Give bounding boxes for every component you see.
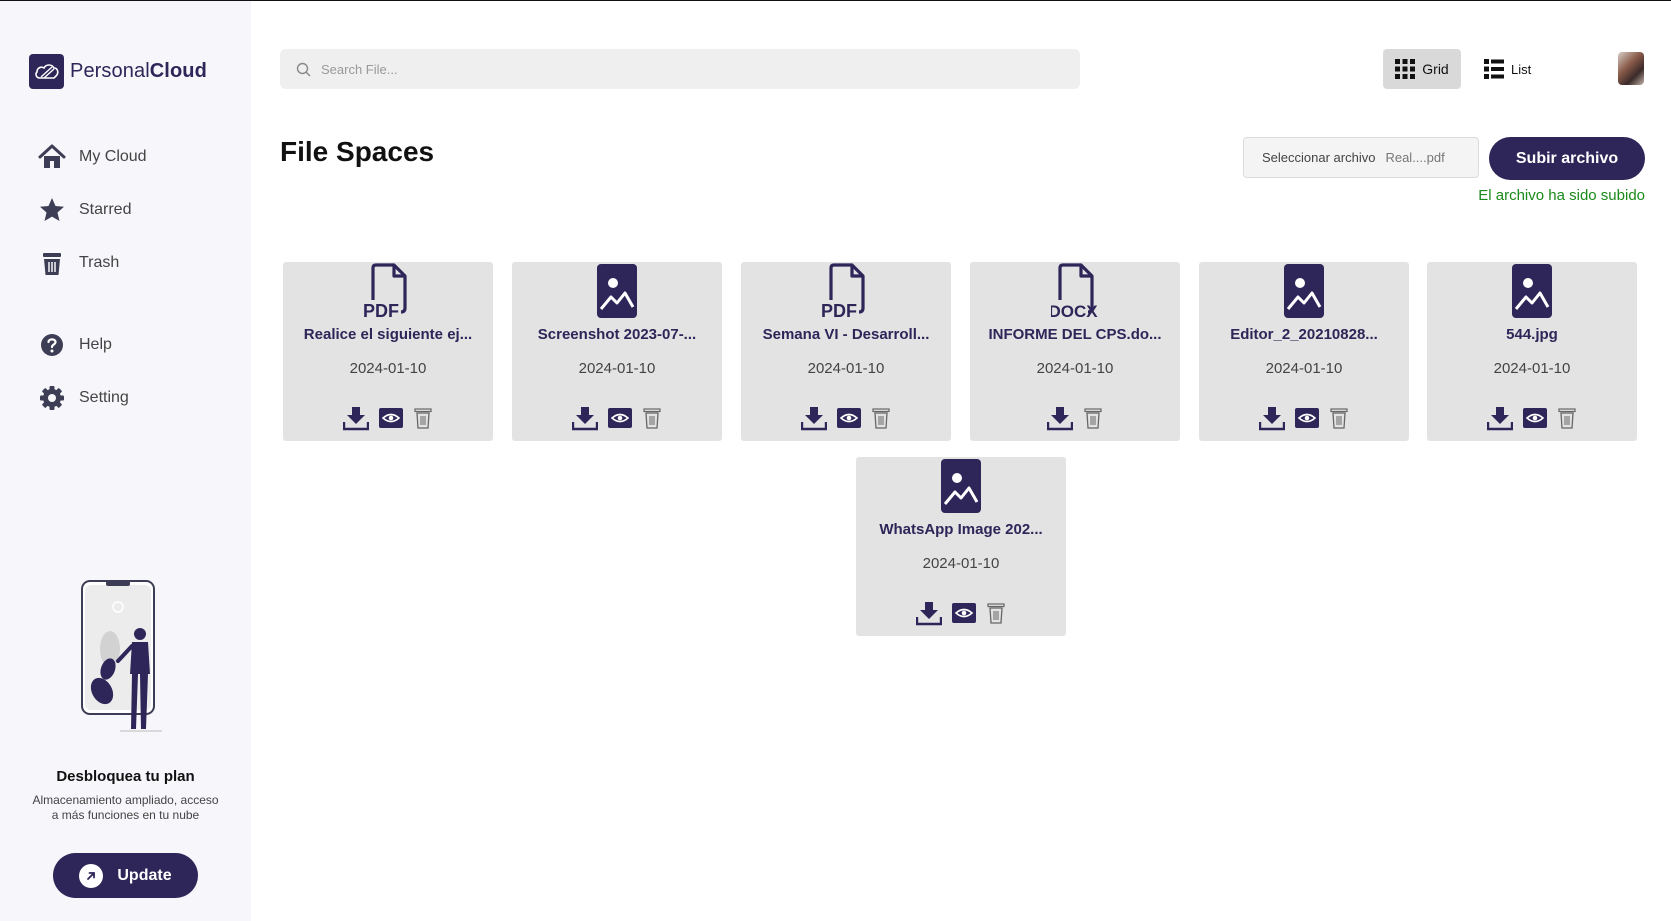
selected-file-name: Real....pdf — [1385, 150, 1445, 165]
search-icon — [296, 62, 311, 76]
svg-text:PDF: PDF — [822, 301, 857, 319]
svg-text:PDF: PDF — [364, 301, 399, 319]
file-card[interactable]: DOCX INFORME DEL CPS.do... 2024-01-10 — [970, 262, 1180, 441]
update-button[interactable]: Update — [53, 853, 198, 898]
download-icon[interactable] — [1047, 405, 1073, 431]
upload-status-message: El archivo ha sido subido — [1478, 187, 1645, 204]
file-name: Semana VI - Desarroll... — [762, 326, 930, 343]
update-button-label: Update — [117, 866, 172, 884]
upload-button[interactable]: Subir archivo — [1489, 137, 1645, 180]
download-icon[interactable] — [572, 405, 598, 431]
home-icon — [38, 144, 66, 168]
file-date: 2024-01-10 — [807, 360, 885, 377]
file-card[interactable]: Screenshot 2023-07-... 2024-01-10 — [512, 262, 722, 441]
preview-eye-icon[interactable] — [952, 603, 976, 623]
file-name: Screenshot 2023-07-... — [537, 326, 697, 343]
search-bar — [280, 49, 1080, 89]
grid-icon — [1395, 59, 1416, 79]
file-card[interactable]: 544.jpg 2024-01-10 — [1427, 262, 1637, 441]
file-name: Editor_2_20210828... — [1230, 326, 1378, 343]
list-icon — [1484, 59, 1504, 79]
delete-trash-icon[interactable] — [1329, 407, 1349, 429]
file-date: 2024-01-10 — [922, 555, 1000, 572]
delete-trash-icon[interactable] — [871, 407, 891, 429]
app-logo[interactable]: PersonalCloud — [29, 54, 207, 89]
delete-trash-icon[interactable] — [1083, 407, 1103, 429]
search-input[interactable] — [321, 61, 1021, 77]
sidebar-item-starred[interactable]: Starred — [38, 196, 131, 224]
sidebar-item-label: My Cloud — [79, 148, 147, 165]
file-date: 2024-01-10 — [1265, 360, 1343, 377]
promo-description: Almacenamiento ampliado, acceso a más fu… — [32, 793, 219, 822]
download-icon[interactable] — [343, 405, 369, 431]
file-actions — [283, 405, 493, 431]
sidebar-item-label: Starred — [79, 201, 132, 218]
sidebar-item-label: Trash — [79, 254, 120, 271]
docx-file-icon: DOCX — [970, 263, 1180, 319]
file-actions — [856, 600, 1066, 626]
file-date: 2024-01-10 — [1036, 360, 1114, 377]
delete-trash-icon[interactable] — [413, 407, 433, 429]
pdf-file-icon: PDF — [741, 263, 951, 319]
preview-eye-icon[interactable] — [1295, 408, 1319, 428]
preview-eye-icon[interactable] — [837, 408, 861, 428]
list-view-label: List — [1511, 61, 1532, 77]
sidebar-item-trash[interactable]: Trash — [38, 249, 119, 277]
gear-icon — [40, 386, 64, 410]
preview-eye-icon[interactable] — [608, 408, 632, 428]
file-actions — [1427, 405, 1637, 431]
app-name: PersonalCloud — [70, 60, 207, 82]
file-name: WhatsApp Image 202... — [879, 521, 1043, 538]
sidebar-item-help[interactable]: Help — [38, 331, 112, 359]
delete-trash-icon[interactable] — [642, 407, 662, 429]
grid-view-label: Grid — [1422, 61, 1449, 77]
file-name: 544.jpg — [1506, 326, 1558, 343]
file-card[interactable]: Editor_2_20210828... 2024-01-10 — [1199, 262, 1409, 441]
file-actions — [970, 405, 1180, 431]
trash-icon — [43, 253, 61, 275]
image-file-icon — [856, 458, 1066, 513]
image-file-icon — [1427, 263, 1637, 318]
star-icon — [40, 198, 64, 221]
file-picker-button: Seleccionar archivo — [1262, 150, 1376, 165]
download-icon[interactable] — [1259, 405, 1285, 431]
sidebar-item-my-cloud[interactable]: My Cloud — [38, 143, 147, 171]
image-file-icon — [512, 263, 722, 318]
list-view-button[interactable]: List — [1482, 49, 1542, 89]
file-actions — [741, 405, 951, 431]
sidebar: PersonalCloud My Cloud Starred Trash Hel… — [0, 1, 251, 921]
file-name: Realice el siguiente ej... — [303, 326, 473, 343]
image-file-icon — [1199, 263, 1409, 318]
file-date: 2024-01-10 — [349, 360, 427, 377]
delete-trash-icon[interactable] — [986, 602, 1006, 624]
download-icon[interactable] — [916, 600, 942, 626]
delete-trash-icon[interactable] — [1557, 407, 1577, 429]
file-card[interactable]: PDF Realice el siguiente ej... 2024-01-10 — [283, 262, 493, 441]
sidebar-item-label: Setting — [79, 389, 129, 406]
arrow-up-right-icon — [79, 863, 104, 888]
svg-text:DOCX: DOCX — [1051, 302, 1098, 319]
cloud-logo-icon — [29, 54, 64, 89]
preview-eye-icon[interactable] — [1523, 408, 1547, 428]
grid-view-button[interactable]: Grid — [1383, 49, 1461, 89]
page-title: File Spaces — [280, 136, 435, 167]
preview-eye-icon[interactable] — [379, 408, 403, 428]
file-card[interactable]: PDF Semana VI - Desarroll... 2024-01-10 — [741, 262, 951, 441]
sidebar-item-setting[interactable]: Setting — [38, 384, 129, 412]
file-date: 2024-01-10 — [578, 360, 656, 377]
promo-title: Desbloquea tu plan — [56, 768, 195, 785]
help-icon — [41, 334, 63, 356]
download-icon[interactable] — [801, 405, 827, 431]
file-picker[interactable]: Seleccionar archivo Real....pdf — [1243, 137, 1479, 178]
pdf-file-icon: PDF — [283, 263, 493, 319]
sidebar-item-label: Help — [79, 336, 112, 353]
file-card[interactable]: WhatsApp Image 202... 2024-01-10 — [856, 457, 1066, 636]
file-actions — [512, 405, 722, 431]
file-actions — [1199, 405, 1409, 431]
file-name: INFORME DEL CPS.do... — [988, 326, 1162, 343]
file-date: 2024-01-10 — [1493, 360, 1571, 377]
avatar[interactable] — [1618, 52, 1644, 85]
download-icon[interactable] — [1487, 405, 1513, 431]
phone-illustration — [81, 580, 162, 732]
